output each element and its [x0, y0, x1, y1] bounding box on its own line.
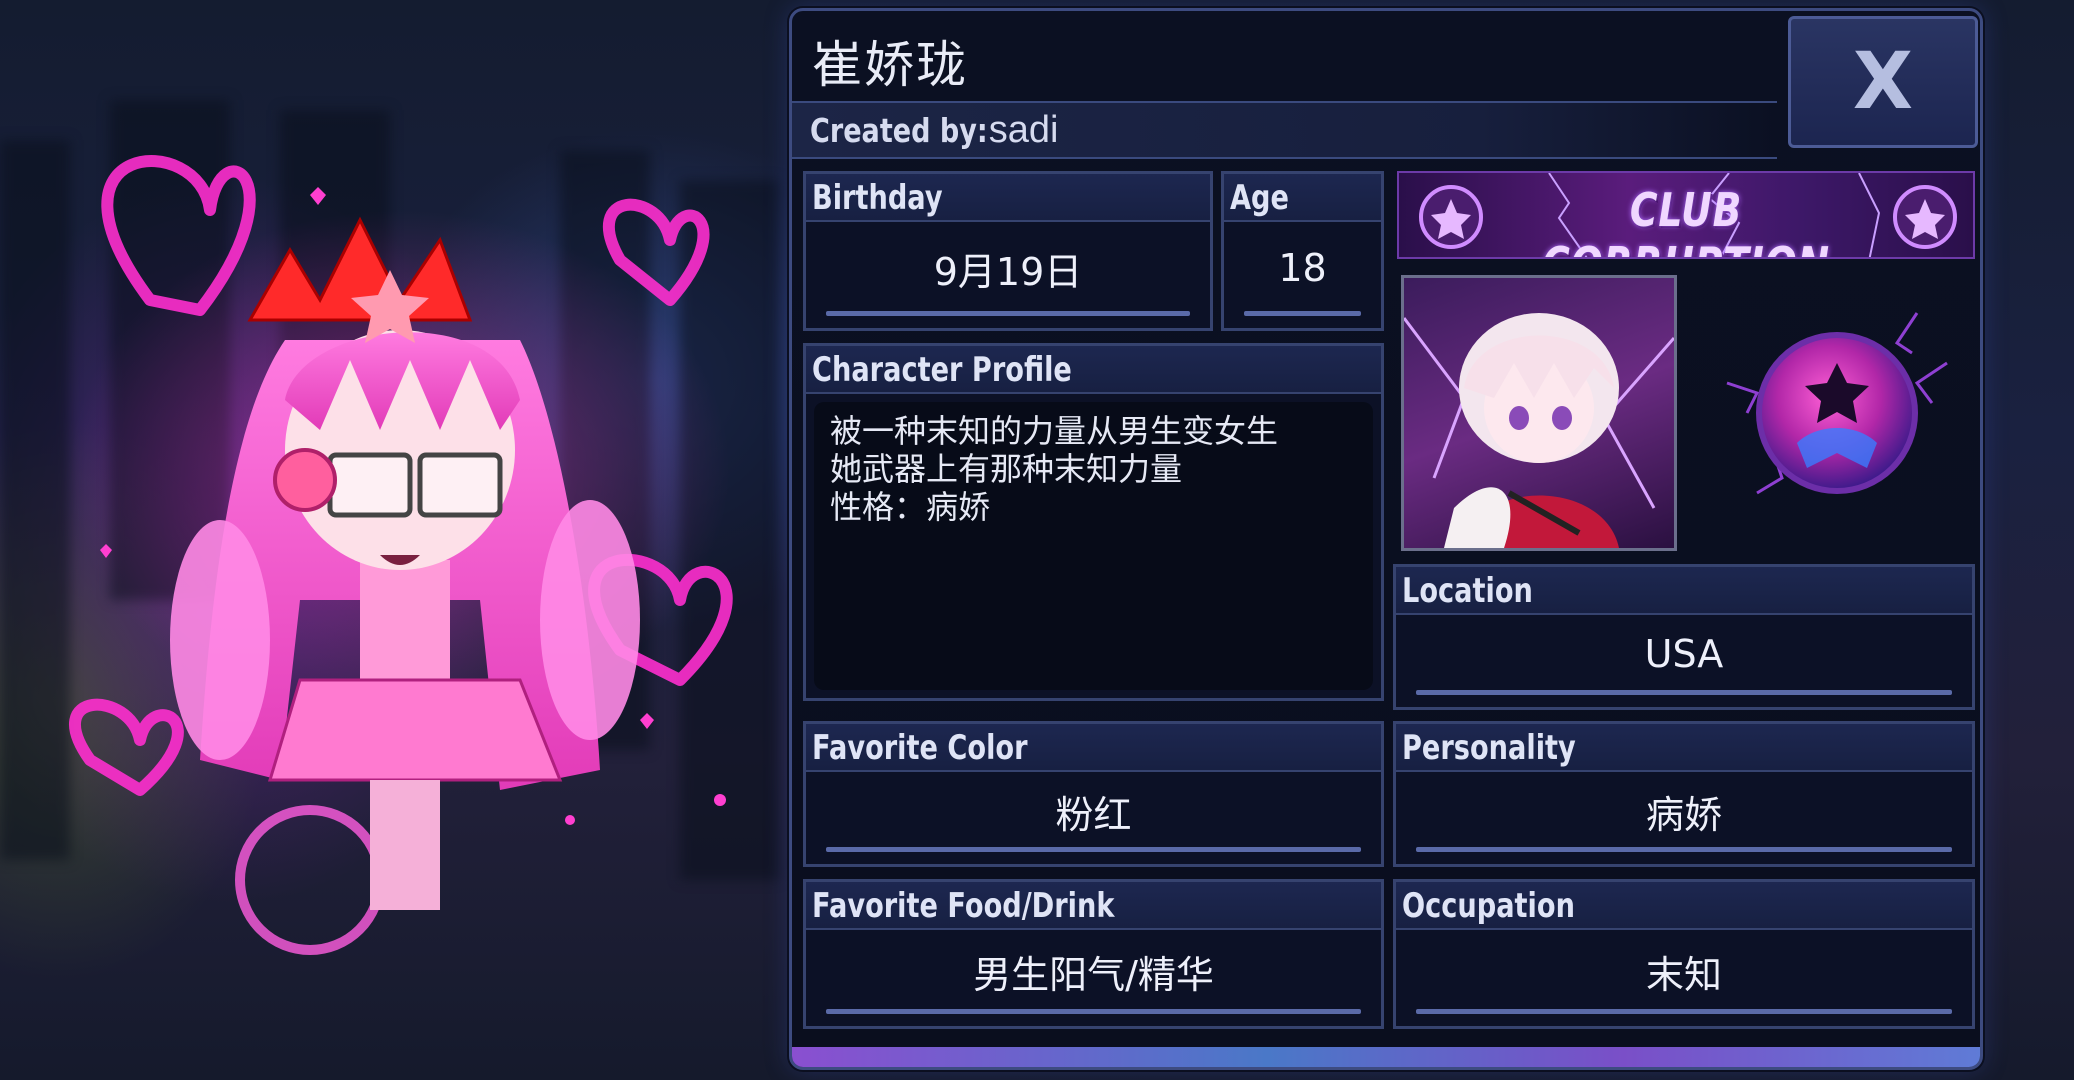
profile-field: Character Profile 被一种末知的力量从男生变女生 她武器上有那种… [803, 343, 1384, 701]
occupation-value[interactable]: 末知 [1396, 930, 1972, 1012]
occupation-field: Occupation 末知 [1393, 879, 1975, 1029]
birthday-underline [826, 311, 1190, 316]
close-icon: X [1852, 37, 1914, 127]
character-scene [0, 0, 785, 1080]
favorite-color-value[interactable]: 粉红 [806, 772, 1381, 850]
age-field: Age 18 [1221, 171, 1384, 331]
creator-row: Created by: sadi [792, 101, 1777, 159]
profile-label: Character Profile [812, 350, 1072, 390]
character-profile-panel: 崔娇珑 Created by: sadi X Birthday 9月19日 Ag… [789, 8, 1983, 1070]
profile-text[interactable]: 被一种末知的力量从男生变女生 她武器上有那种末知力量 性格：病娇 [814, 402, 1373, 690]
location-underline [1416, 690, 1952, 695]
favorite-color-field: Favorite Color 粉红 [803, 721, 1384, 867]
birthday-label: Birthday [812, 178, 943, 218]
panel-bottom-bar [792, 1047, 1980, 1067]
age-label: Age [1230, 178, 1289, 218]
favorite-food-value[interactable]: 男生阳气/精华 [806, 930, 1381, 1012]
favorite-color-underline [826, 847, 1361, 852]
character-name: 崔娇珑 [812, 36, 968, 94]
club-leader-portrait[interactable] [1401, 275, 1677, 551]
club-banner[interactable]: CLUB CORRUPTION [1397, 171, 1975, 259]
profile-line: 她武器上有那种末知力量 [830, 450, 1183, 488]
age-value[interactable]: 18 [1224, 222, 1381, 314]
creator-label: Created by: [810, 110, 988, 150]
location-label: Location [1402, 571, 1533, 611]
favorite-food-label: Favorite Food/Drink [812, 886, 1115, 926]
birthday-value[interactable]: 9月19日 [806, 222, 1210, 314]
occupation-label: Occupation [1402, 886, 1575, 926]
location-value[interactable]: USA [1396, 615, 1972, 693]
personality-label: Personality [1402, 728, 1576, 768]
birthday-field: Birthday 9月19日 [803, 171, 1213, 331]
favorite-food-field: Favorite Food/Drink 男生阳气/精华 [803, 879, 1384, 1029]
creator-name: sadi [988, 108, 1059, 151]
corruption-emblem-icon [1717, 293, 1957, 533]
club-name: CLUB CORRUPTION [1542, 183, 1829, 257]
age-underline [1244, 311, 1361, 316]
personality-field: Personality 病娇 [1393, 721, 1975, 867]
profile-line: 性格：病娇 [830, 488, 991, 526]
close-button[interactable]: X [1788, 16, 1978, 148]
character-illustration [69, 155, 733, 955]
favorite-color-label: Favorite Color [812, 728, 1028, 768]
personality-value[interactable]: 病娇 [1396, 772, 1972, 850]
occupation-underline [1416, 1009, 1952, 1014]
favorite-food-underline [826, 1009, 1361, 1014]
profile-line: 被一种末知的力量从男生变女生 [830, 412, 1279, 450]
location-field: Location USA [1393, 564, 1975, 710]
personality-underline [1416, 847, 1952, 852]
portrait-illustration [1404, 313, 1674, 548]
